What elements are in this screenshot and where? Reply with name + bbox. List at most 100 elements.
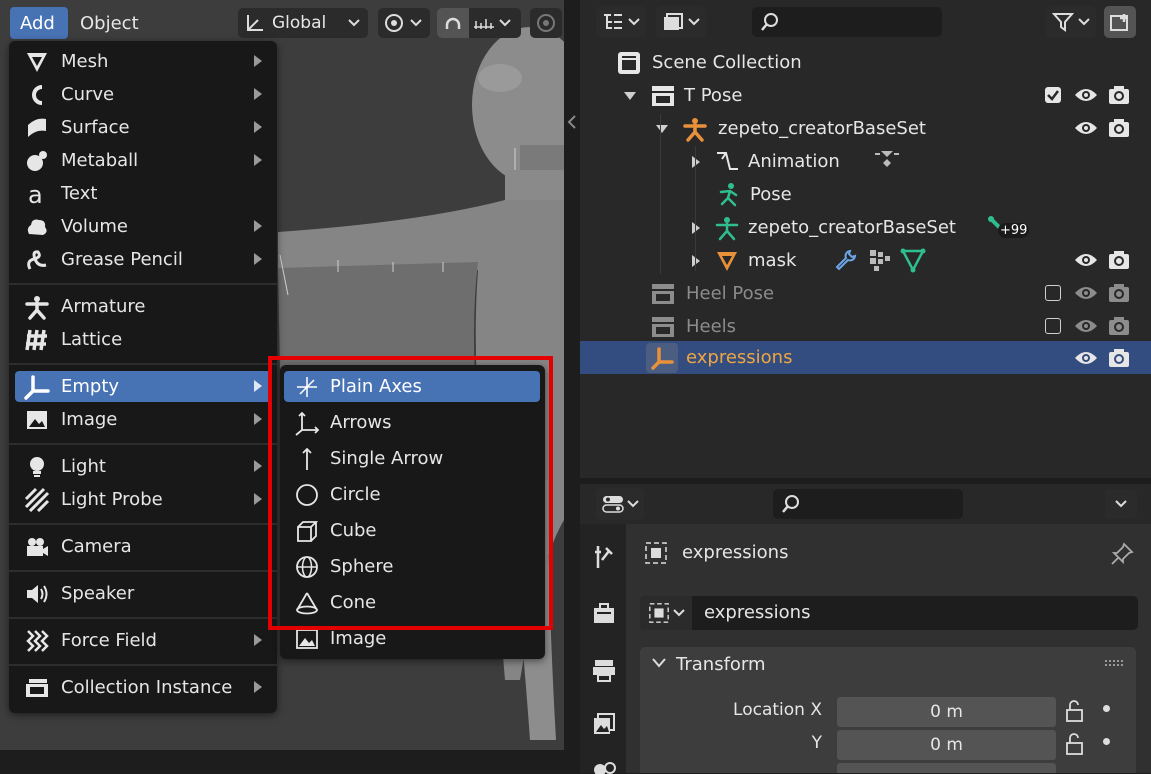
options-dropdown[interactable] — [1105, 489, 1137, 519]
unlock-icon[interactable] — [1063, 732, 1087, 756]
menu-item-light[interactable]: Light — [15, 451, 271, 482]
location-z-field[interactable] — [837, 763, 1056, 773]
filter-dropdown[interactable] — [1046, 6, 1096, 38]
eye-icon[interactable] — [1074, 118, 1098, 138]
magnet-icon[interactable] — [437, 8, 469, 38]
eye-icon[interactable] — [1074, 250, 1098, 270]
properties-search-input[interactable] — [773, 489, 963, 519]
datablock-name-input[interactable]: expressions — [704, 602, 810, 623]
camera-render-icon[interactable] — [1107, 84, 1131, 106]
eye-icon[interactable] — [1074, 316, 1098, 336]
filter-view-dropdown[interactable] — [656, 6, 706, 38]
exclude-checkbox[interactable] — [1045, 318, 1061, 334]
outliner-row-heels[interactable]: Heels — [580, 310, 1151, 343]
submenu-item-plain-axes[interactable]: Plain Axes — [284, 371, 540, 402]
menu-item-text[interactable]: a Text — [15, 178, 271, 209]
add-menu-button[interactable]: Add — [10, 7, 68, 39]
menu-item-image[interactable]: Image — [15, 404, 271, 435]
eye-icon[interactable] — [1074, 283, 1098, 303]
menu-item-lattice[interactable]: Lattice — [15, 324, 271, 355]
exclude-checkbox[interactable] — [1045, 285, 1061, 301]
outliner-row-animation[interactable]: Animation — [580, 145, 1151, 178]
filter-icon — [1052, 13, 1074, 32]
outliner-row-armature-object[interactable]: zepeto_creatorBaseSet — [580, 112, 1151, 145]
view-layer-tab-icon[interactable] — [592, 712, 616, 736]
expand-arrow-icon[interactable] — [656, 124, 668, 133]
menu-item-speaker[interactable]: Speaker — [15, 578, 271, 609]
menu-item-collection-instance[interactable]: Collection Instance — [15, 672, 271, 703]
object-menu-button[interactable]: Object — [70, 7, 149, 39]
snap-controls[interactable] — [437, 8, 521, 38]
add-menu: Mesh Curve Surface Metaball a Text Volum… — [9, 41, 277, 713]
submenu-item-image[interactable]: Image — [284, 623, 540, 654]
transform-panel-title[interactable]: Transform — [676, 654, 766, 675]
outliner-search-input[interactable] — [752, 7, 942, 37]
pivot-point-dropdown[interactable] — [378, 8, 430, 38]
submenu-item-label: Image — [330, 628, 387, 649]
camera-render-icon[interactable] — [1107, 315, 1131, 337]
menu-item-armature[interactable]: Armature — [15, 291, 271, 322]
submenu-item-single-arrow[interactable]: Single Arrow — [284, 443, 540, 474]
tool-tab-icon[interactable] — [592, 544, 616, 570]
menu-item-label: Lattice — [61, 329, 123, 350]
outliner-row-armature-data[interactable]: zepeto_creatorBaseSet +99 — [580, 211, 1151, 244]
location-x-field[interactable]: 0 m — [837, 697, 1056, 727]
render-tab-icon[interactable] — [592, 602, 616, 626]
exclude-checkbox[interactable] — [1045, 87, 1061, 103]
outliner-row-t-pose[interactable]: T Pose — [580, 79, 1151, 112]
menu-separator — [9, 617, 277, 619]
empty-object-icon — [646, 342, 678, 373]
location-y-field[interactable]: 0 m — [837, 730, 1056, 760]
outliner-row-mask[interactable]: mask — [580, 244, 1151, 277]
editor-type-dropdown[interactable] — [596, 488, 644, 520]
camera-render-icon[interactable] — [1107, 117, 1131, 139]
scene-tab-icon[interactable] — [592, 760, 616, 774]
expand-arrow-icon[interactable] — [692, 221, 700, 234]
menu-item-metaball[interactable]: Metaball — [15, 145, 271, 176]
menu-item-empty[interactable]: Empty — [15, 371, 271, 402]
object-datablock-field[interactable]: expressions — [640, 596, 1138, 630]
menu-item-camera[interactable]: Camera — [15, 531, 271, 562]
transform-orientation-dropdown[interactable]: Global — [238, 8, 368, 38]
proportional-editing-button[interactable] — [530, 8, 562, 38]
menu-item-curve[interactable]: Curve — [15, 79, 271, 110]
submenu-item-circle[interactable]: Circle — [284, 479, 540, 510]
menu-item-mesh[interactable]: Mesh — [15, 46, 271, 77]
outliner-row-expressions[interactable]: expressions — [580, 341, 1151, 374]
chevron-down-icon[interactable] — [652, 658, 666, 668]
submenu-item-sphere[interactable]: Sphere — [284, 551, 540, 582]
display-mode-dropdown[interactable] — [596, 6, 646, 38]
keyframe-dot-icon[interactable] — [1103, 738, 1110, 745]
expand-arrow-icon[interactable] — [692, 155, 700, 168]
submenu-item-cube[interactable]: Cube — [284, 515, 540, 546]
menu-item-surface[interactable]: Surface — [15, 112, 271, 143]
eye-icon[interactable] — [1074, 348, 1098, 368]
keyframe-dot-icon[interactable] — [1103, 705, 1110, 712]
camera-render-icon[interactable] — [1107, 249, 1131, 271]
camera-render-icon[interactable] — [1107, 282, 1131, 304]
outliner-row-heel-pose[interactable]: Heel Pose — [580, 277, 1151, 310]
outliner-row-pose[interactable]: Pose — [580, 178, 1151, 211]
browse-object-dropdown[interactable] — [640, 596, 692, 630]
pin-icon[interactable] — [1110, 542, 1134, 566]
eye-icon[interactable] — [1074, 85, 1098, 105]
output-tab-icon[interactable] — [592, 658, 616, 682]
volume-icon — [27, 219, 47, 235]
menu-item-force-field[interactable]: Force Field — [15, 625, 271, 656]
submenu-item-cone[interactable]: Cone — [284, 587, 540, 618]
submenu-item-arrows[interactable]: Arrows — [284, 407, 540, 438]
menu-item-grease-pencil[interactable]: Grease Pencil — [15, 244, 271, 275]
menu-separator — [9, 664, 277, 666]
drag-handle-icon[interactable] — [1104, 659, 1126, 667]
expand-arrow-icon[interactable] — [692, 254, 700, 267]
expand-arrow-icon[interactable] — [624, 91, 636, 100]
menu-item-light-probe[interactable]: Light Probe — [15, 484, 271, 515]
new-collection-button[interactable] — [1104, 6, 1136, 38]
animation-icon — [717, 151, 738, 170]
outliner-row-scene-collection[interactable]: Scene Collection — [580, 46, 1151, 79]
camera-render-icon[interactable] — [1107, 347, 1131, 369]
unlock-icon[interactable] — [1063, 699, 1087, 723]
sidebar-toggle-icon[interactable] — [566, 114, 578, 130]
menu-item-volume[interactable]: Volume — [15, 211, 271, 242]
submenu-arrow-icon — [254, 413, 262, 425]
